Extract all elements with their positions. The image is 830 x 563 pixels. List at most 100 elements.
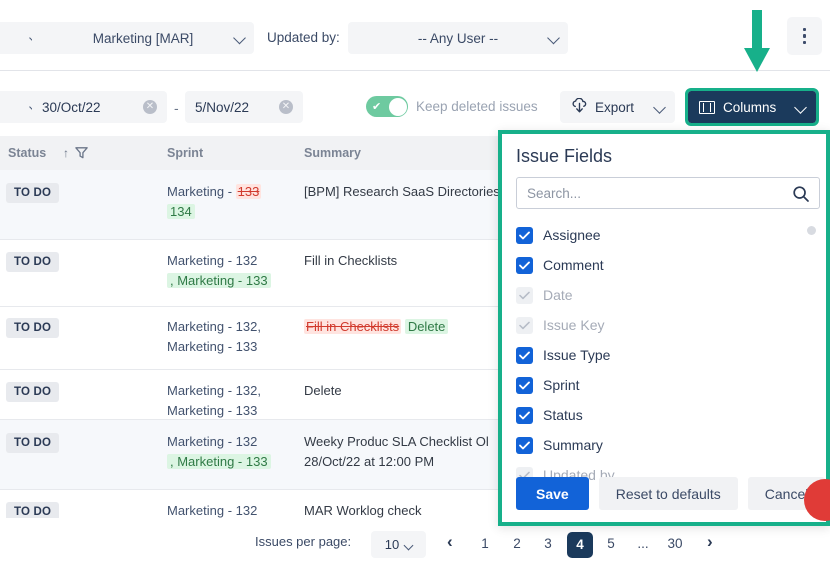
cloud-download-icon [571, 97, 588, 117]
sprint-text: Marketing - 132 [167, 253, 258, 268]
chevron-down-icon [547, 31, 560, 46]
cell-summary: Fill in Checklists [304, 253, 398, 268]
cell-sprint: Marketing - 132, Marketing - 133 [167, 319, 261, 354]
field-label-date: Date [543, 287, 573, 303]
sprint-added-chip: , Marketing - 133 [167, 273, 271, 288]
cell-summary: [BPM] Research SaaS Directories [304, 184, 500, 199]
date-to-value: 5/Nov/22 [195, 99, 250, 115]
clear-icon[interactable]: ✕ [143, 100, 157, 114]
pagination-page-1[interactable]: 1 [474, 536, 496, 551]
date-range-separator: - [174, 100, 179, 116]
field-row-summary[interactable]: Summary [516, 430, 812, 460]
column-header-sprint[interactable]: Sprint [167, 146, 203, 160]
checkbox-date-disabled [516, 286, 533, 304]
sprint-added-chip: , Marketing - 133 [167, 454, 271, 469]
field-row-assignee[interactable]: Assignee [516, 220, 812, 250]
columns-icon [699, 100, 715, 114]
cell-sprint: Marketing - 132 , Marketing - 133 [167, 432, 297, 472]
field-row-comment[interactable]: Comment [516, 250, 812, 280]
sprint-added-chip: 134 [167, 204, 195, 219]
more-vertical-icon [802, 27, 807, 32]
issue-fields-list: Assignee Comment Date Issue Key Issue Ty [516, 220, 816, 490]
field-row-date: Date [516, 280, 812, 310]
field-search-box[interactable] [516, 177, 820, 209]
status-badge: TO DO [6, 183, 60, 203]
checkbox-assignee[interactable] [516, 226, 533, 244]
export-label: Export [595, 99, 635, 115]
issues-per-page-label: Issues per page: [255, 534, 352, 549]
pagination-page-4-active[interactable]: 4 [567, 532, 593, 558]
save-button[interactable]: Save [516, 477, 589, 510]
reset-to-defaults-button[interactable]: Reset to defaults [598, 477, 738, 510]
field-row-sprint[interactable]: Sprint [516, 370, 812, 400]
checkbox-issue-key-disabled [516, 316, 533, 334]
scroll-indicator[interactable] [807, 226, 816, 235]
filter-toolbar-top: Marketing [MAR] Updated by: -- Any User … [0, 0, 830, 70]
more-options-button[interactable] [787, 17, 822, 55]
pagination-ellipsis: ... [637, 536, 649, 551]
keep-deleted-issues-label: Keep deleted issues [416, 99, 538, 114]
filter-toolbar-bottom: 30/Oct/22 ✕ - 5/Nov/22 ✕ ✔ Keep deleted … [0, 71, 830, 135]
cell-summary: Delete [304, 383, 342, 398]
field-label-issue-type: Issue Type [543, 347, 611, 363]
toggle-switch[interactable]: ✔ [366, 96, 408, 117]
cell-summary: Fill in Checklists Delete [304, 317, 509, 337]
panel-action-buttons: Save Reset to defaults Cancel [516, 477, 826, 510]
panel-title: Issue Fields [516, 146, 613, 166]
status-badge: TO DO [6, 382, 60, 402]
field-row-issue-key: Issue Key [516, 310, 812, 340]
updated-by-label: Updated by: [267, 30, 340, 45]
chevron-down-icon [794, 100, 807, 115]
checkbox-status[interactable] [516, 406, 533, 424]
field-label-issue-key: Issue Key [543, 317, 605, 333]
search-input[interactable] [527, 185, 787, 201]
sort-ascending-icon[interactable]: ↑ [63, 146, 69, 160]
pagination-page-5[interactable]: 5 [600, 536, 622, 551]
sprint-removed-chip: 133 [235, 184, 262, 199]
updated-by-select[interactable]: -- Any User -- [348, 22, 568, 54]
field-label-status: Status [543, 407, 583, 423]
issues-per-page-select[interactable]: 10 [371, 531, 426, 558]
columns-label: Columns [723, 99, 777, 115]
field-label-assignee: Assignee [543, 227, 601, 243]
cell-sprint: Marketing - 132, Marketing - 133 [167, 383, 261, 418]
cell-summary: Weeky Produc SLA Checklist Ol 28/Oct/22 … [304, 434, 489, 469]
sprint-text: Marketing - [167, 184, 236, 199]
column-header-status[interactable]: Status [8, 146, 46, 160]
keep-deleted-issues-toggle[interactable]: ✔ Keep deleted issues [366, 96, 538, 117]
updated-by-value: -- Any User -- [417, 30, 499, 46]
checkbox-sprint[interactable] [516, 376, 533, 394]
pagination-next-button[interactable]: › [707, 532, 713, 552]
issue-fields-panel: Issue Fields Assignee [498, 130, 830, 526]
status-badge: TO DO [6, 252, 60, 272]
pagination-page-2[interactable]: 2 [506, 536, 528, 551]
date-from-value: 30/Oct/22 [42, 99, 101, 115]
date-from-input[interactable]: 30/Oct/22 ✕ [32, 91, 167, 123]
clear-icon[interactable]: ✕ [279, 100, 293, 114]
export-button[interactable]: Export [560, 91, 675, 123]
project-select-value: Marketing [MAR] [92, 30, 194, 46]
column-header-summary[interactable]: Summary [304, 146, 361, 160]
summary-removed-chip: Fill in Checklists [304, 319, 402, 334]
search-icon[interactable] [792, 185, 810, 208]
checkbox-summary[interactable] [516, 436, 533, 454]
toggle-knob [388, 97, 407, 116]
cell-sprint: Marketing - 133 134 [167, 182, 297, 222]
field-row-status[interactable]: Status [516, 400, 812, 430]
pagination-prev-button[interactable]: ‹ [447, 532, 453, 552]
project-select[interactable]: Marketing [MAR] [32, 22, 254, 54]
check-icon: ✔ [372, 100, 382, 113]
filter-icon[interactable] [74, 145, 89, 163]
status-badge: TO DO [6, 433, 60, 453]
pagination-page-3[interactable]: 3 [537, 536, 559, 551]
date-to-input[interactable]: 5/Nov/22 ✕ [185, 91, 303, 123]
summary-added-chip: Delete [404, 319, 449, 334]
annotation-arrow-icon [744, 10, 770, 72]
columns-button[interactable]: Columns [685, 88, 819, 126]
field-label-summary: Summary [543, 437, 603, 453]
issues-per-page-value: 10 [384, 537, 400, 552]
checkbox-issue-type[interactable] [516, 346, 533, 364]
checkbox-comment[interactable] [516, 256, 533, 274]
pagination-page-30[interactable]: 30 [664, 536, 686, 551]
field-row-issue-type[interactable]: Issue Type [516, 340, 812, 370]
